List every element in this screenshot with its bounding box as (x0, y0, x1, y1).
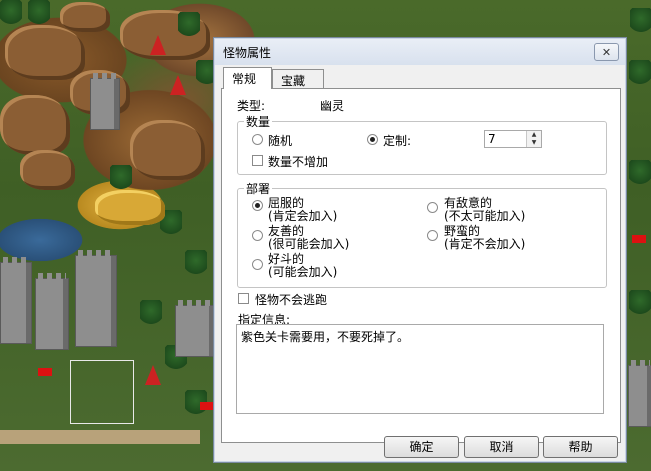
close-button[interactable]: ✕ (594, 43, 619, 61)
spin-down-icon[interactable]: ▼ (526, 139, 541, 147)
quantity-value[interactable]: 7 (488, 132, 496, 146)
monster-properties-dialog: 怪物属性 ✕ 常规 宝藏 类型: 幽灵 数量 随机 定制: 7 ▲ ▼ 数量不增… (213, 37, 627, 463)
tree (629, 160, 651, 186)
never-flee-label[interactable]: 怪物不会逃跑 (255, 291, 327, 308)
castle-wall[interactable] (628, 360, 651, 427)
option-note: (不太可能加入) (444, 209, 526, 223)
cancel-button[interactable]: 取消 (464, 436, 539, 458)
close-icon: ✕ (601, 45, 612, 59)
red-flag (38, 368, 52, 376)
selection-frame (70, 360, 134, 424)
custom-radio[interactable] (367, 134, 378, 145)
disposition-hostile-radio[interactable] (427, 202, 438, 213)
quantity-group-title: 数量 (244, 113, 273, 130)
never-flee-checkbox[interactable] (238, 293, 249, 304)
castle-wall[interactable] (175, 300, 215, 357)
tree (629, 60, 651, 86)
option-note: (肯定不会加入) (444, 237, 526, 251)
tree (0, 0, 22, 26)
disposition-friendly-radio[interactable] (252, 230, 263, 241)
message-textarea[interactable]: 紫色关卡需要用，不要死掉了。 (236, 324, 604, 414)
road (0, 430, 200, 444)
castle-tower[interactable] (75, 250, 117, 347)
disposition-hostile-label[interactable]: 有敌意的 (不太可能加入) (444, 197, 525, 223)
tree (140, 300, 162, 326)
mountain (20, 150, 75, 190)
disposition-group-title: 部署 (244, 180, 273, 197)
castle-wall[interactable] (35, 273, 69, 350)
disposition-savage-radio[interactable] (427, 230, 438, 241)
crystal-resource[interactable] (145, 365, 161, 385)
tree (28, 0, 50, 26)
title-bar[interactable]: 怪物属性 ✕ (215, 39, 625, 65)
red-flag (632, 235, 646, 243)
gold-pile[interactable] (95, 190, 165, 225)
type-value: 幽灵 (320, 99, 345, 113)
no-grow-checkbox[interactable] (252, 155, 263, 166)
custom-label[interactable]: 定制: (383, 132, 411, 149)
dialog-title: 怪物属性 (223, 46, 272, 60)
castle-wall[interactable] (0, 257, 32, 344)
mountain (0, 95, 70, 155)
no-grow-label[interactable]: 数量不增加 (268, 153, 328, 170)
random-radio[interactable] (252, 134, 263, 145)
tree (185, 250, 207, 276)
tab-label: 常规 (232, 72, 257, 86)
help-button[interactable]: 帮助 (543, 436, 618, 458)
quantity-stepper[interactable]: 7 ▲ ▼ (484, 130, 542, 148)
option-note: (可能会加入) (268, 265, 338, 279)
crystal-resource[interactable] (150, 35, 166, 55)
tree (110, 165, 132, 191)
red-flag (200, 402, 214, 410)
disposition-compliant-radio[interactable] (252, 200, 263, 211)
tower[interactable] (90, 73, 120, 130)
disposition-aggressive-label[interactable]: 好斗的 (可能会加入) (268, 253, 337, 279)
tab-treasure[interactable]: 宝藏 (272, 69, 324, 89)
mountain (5, 25, 85, 80)
message-text[interactable]: 紫色关卡需要用，不要死掉了。 (241, 330, 409, 344)
random-label[interactable]: 随机 (268, 132, 292, 149)
disposition-aggressive-radio[interactable] (252, 259, 263, 270)
tree (630, 8, 651, 34)
ok-button[interactable]: 确定 (384, 436, 459, 458)
tree (629, 290, 651, 316)
crystal-resource[interactable] (170, 75, 186, 95)
disposition-friendly-label[interactable]: 友善的 (很可能会加入) (268, 225, 349, 251)
disposition-compliant-label[interactable]: 屈服的 (肯定会加入) (268, 197, 337, 223)
type-label: 类型: (237, 99, 266, 113)
tab-label: 宝藏 (281, 74, 306, 88)
option-note: (肯定会加入) (268, 209, 338, 223)
tab-general[interactable]: 常规 (223, 67, 272, 89)
tree (178, 12, 200, 38)
disposition-savage-label[interactable]: 野蛮的 (肯定不会加入) (444, 225, 525, 251)
option-note: (很可能会加入) (268, 237, 350, 251)
mountain (60, 2, 110, 32)
mountain (130, 120, 205, 180)
